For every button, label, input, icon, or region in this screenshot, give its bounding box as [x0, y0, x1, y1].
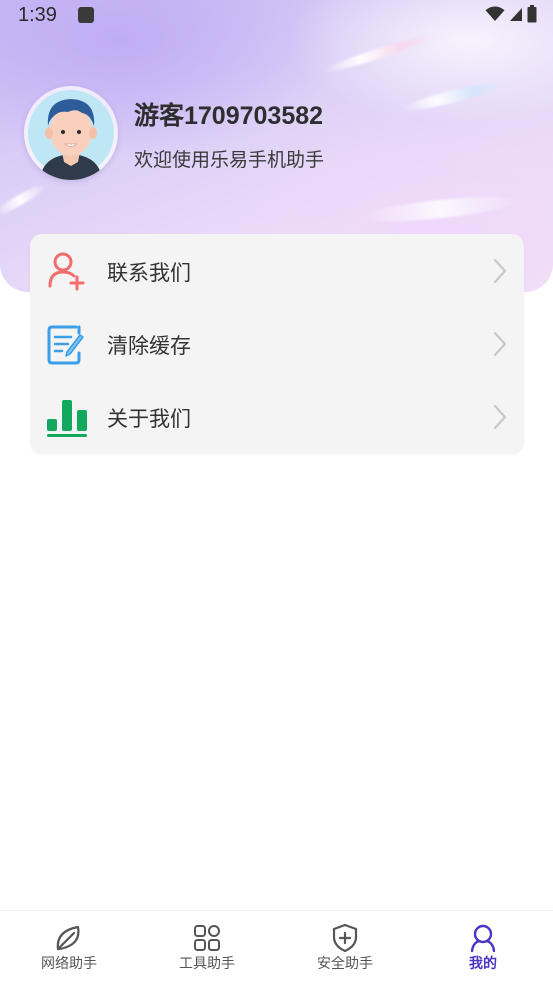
chevron-right-icon	[493, 258, 507, 284]
chevron-right-icon	[493, 331, 507, 357]
nav-network-assistant[interactable]: 网络助手	[0, 911, 138, 985]
avatar[interactable]	[24, 86, 118, 180]
document-edit-icon	[47, 325, 84, 365]
light-streak	[359, 191, 521, 227]
nav-label: 安全助手	[317, 956, 373, 972]
username: 游客1709703582	[134, 102, 324, 130]
cartoon-boy-avatar-icon	[28, 90, 114, 180]
nav-label: 我的	[469, 956, 497, 972]
person-icon	[470, 924, 496, 953]
bar-chart-icon	[47, 400, 87, 437]
menu-item-label: 清除缓存	[107, 334, 191, 358]
light-streak	[400, 76, 510, 116]
grid-icon	[194, 925, 220, 951]
menu-item-about-us[interactable]: 关于我们	[30, 380, 524, 453]
add-contact-icon	[48, 252, 85, 291]
menu-item-clear-cache[interactable]: 清除缓存	[30, 307, 524, 380]
status-icons	[485, 5, 537, 23]
wifi-icon	[485, 6, 505, 22]
nav-tool-assistant[interactable]: 工具助手	[138, 911, 276, 985]
light-streak	[321, 29, 439, 77]
battery-icon	[527, 5, 537, 23]
menu-item-label: 联系我们	[107, 261, 191, 285]
notification-square-icon	[78, 7, 94, 23]
nav-label: 工具助手	[179, 956, 235, 972]
settings-menu-card: 联系我们 清除缓存 关于我们	[30, 234, 524, 454]
menu-item-contact-us[interactable]: 联系我们	[30, 234, 524, 307]
nav-label: 网络助手	[41, 956, 97, 972]
welcome-message: 欢迎使用乐易手机助手	[134, 149, 325, 171]
light-streak	[0, 180, 49, 220]
nav-mine[interactable]: 我的	[414, 911, 552, 985]
shield-plus-icon	[332, 923, 358, 953]
bottom-navigation: 网络助手 工具助手 安全助手 我的	[0, 910, 553, 985]
leaf-icon	[56, 925, 80, 951]
chevron-right-icon	[493, 404, 507, 430]
nav-security-assistant[interactable]: 安全助手	[276, 911, 414, 985]
status-bar: 1:39	[0, 0, 553, 34]
signal-icon	[510, 8, 522, 21]
status-time: 1:39	[18, 4, 57, 26]
menu-item-label: 关于我们	[107, 407, 191, 431]
